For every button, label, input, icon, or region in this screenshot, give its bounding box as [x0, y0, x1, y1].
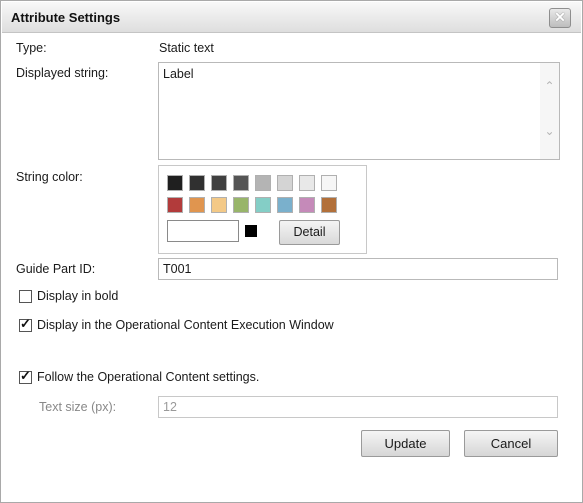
guide-part-id-input[interactable]: T001	[158, 258, 558, 280]
displayed-string-textarea[interactable]: Label ⌃ ⌄	[158, 62, 560, 160]
textarea-scrollbar[interactable]: ⌃ ⌄	[540, 63, 559, 159]
color-swatch[interactable]	[189, 175, 205, 191]
color-swatch[interactable]	[167, 175, 183, 191]
string-color-label: String color:	[16, 170, 83, 184]
close-icon: ✕	[554, 9, 566, 25]
color-swatch[interactable]	[277, 197, 293, 213]
color-swatch[interactable]	[233, 175, 249, 191]
color-swatch[interactable]	[255, 175, 271, 191]
text-size-label: Text size (px):	[39, 400, 117, 414]
color-palette: Detail	[158, 165, 367, 254]
color-swatch[interactable]	[211, 175, 227, 191]
guide-part-id-label: Guide Part ID:	[16, 262, 96, 276]
color-swatch[interactable]	[321, 197, 337, 213]
color-swatch[interactable]	[233, 197, 249, 213]
exec-window-checkbox-label: Display in the Operational Content Execu…	[37, 318, 334, 332]
color-swatch[interactable]	[299, 175, 315, 191]
attribute-settings-dialog: Attribute Settings ✕ Type: Static text D…	[0, 0, 583, 503]
exec-window-checkbox[interactable]: ✓	[19, 316, 32, 332]
type-value: Static text	[159, 41, 214, 55]
color-swatch[interactable]	[211, 197, 227, 213]
color-swatch[interactable]	[189, 197, 205, 213]
dialog-title: Attribute Settings	[11, 10, 121, 25]
type-label: Type:	[16, 41, 47, 55]
color-swatch[interactable]	[299, 197, 315, 213]
chevron-down-icon[interactable]: ⌄	[544, 125, 555, 137]
color-code-input[interactable]	[167, 220, 239, 242]
chevron-up-icon[interactable]: ⌃	[544, 80, 555, 92]
color-swatch[interactable]	[167, 197, 183, 213]
check-icon: ✓	[20, 368, 31, 383]
bold-checkbox[interactable]	[19, 290, 32, 303]
update-button[interactable]: Update	[361, 430, 450, 457]
selected-color-preview	[245, 225, 257, 237]
displayed-string-value: Label	[163, 67, 194, 81]
color-swatch[interactable]	[321, 175, 337, 191]
follow-settings-checkbox[interactable]: ✓	[19, 368, 32, 384]
cancel-button[interactable]: Cancel	[464, 430, 558, 457]
color-swatch[interactable]	[277, 175, 293, 191]
follow-settings-checkbox-label: Follow the Operational Content settings.	[37, 370, 260, 384]
dialog-titlebar: Attribute Settings ✕	[2, 2, 581, 33]
detail-button[interactable]: Detail	[279, 220, 340, 245]
check-icon: ✓	[20, 316, 31, 331]
color-swatch[interactable]	[255, 197, 271, 213]
displayed-string-label: Displayed string:	[16, 66, 109, 80]
text-size-input: 12	[158, 396, 558, 418]
close-button[interactable]: ✕	[549, 8, 571, 28]
bold-checkbox-label: Display in bold	[37, 289, 119, 303]
